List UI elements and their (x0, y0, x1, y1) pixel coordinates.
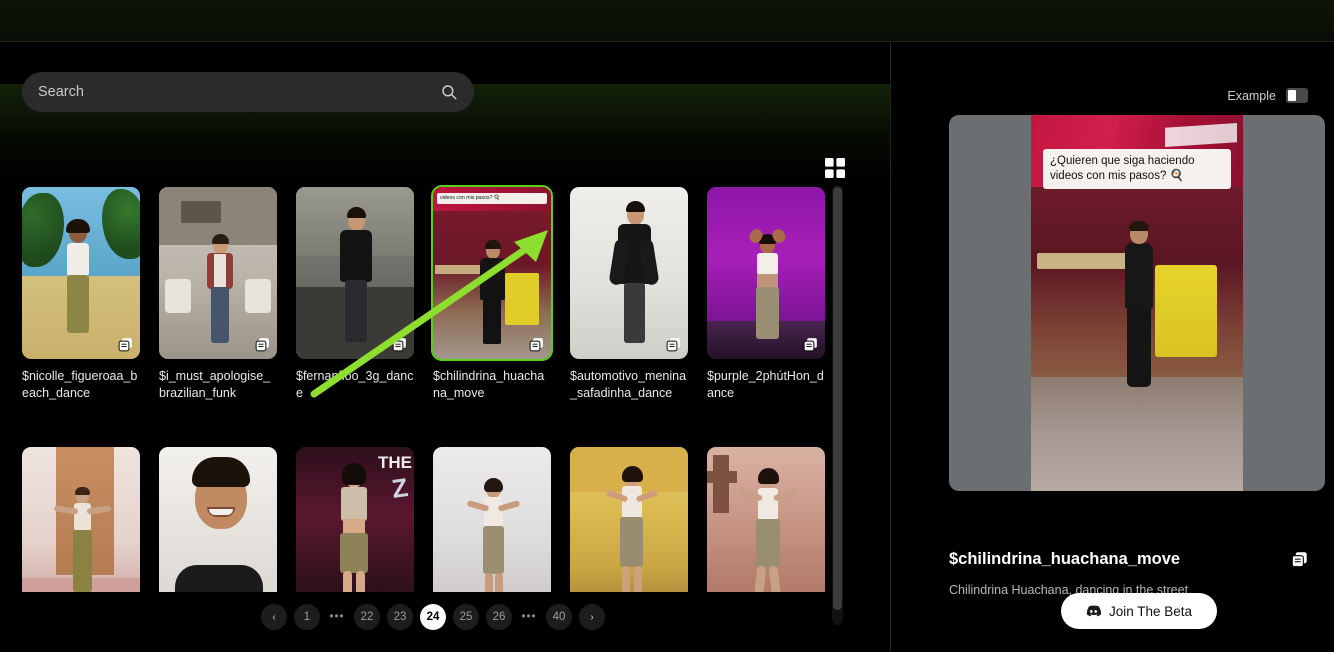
preview-video-frame: ¿Quieren que siga haciendo videos con mi… (1031, 115, 1243, 491)
gallery-card[interactable] (159, 447, 277, 592)
pagination-page-1[interactable]: 1 (294, 604, 320, 630)
gallery-card[interactable]: THE Z (296, 447, 414, 592)
copy-icon[interactable] (666, 337, 681, 352)
card-label: $automotivo_menina_safadinha_dance (570, 369, 687, 400)
search-icon (442, 85, 457, 100)
example-toggle-row: Example (1227, 88, 1308, 103)
pagination-page-22[interactable]: 22 (354, 604, 380, 630)
card-label: $fernanfloo_3g_dance (296, 369, 414, 400)
card-label: $i_must_apologise_brazilian_funk (159, 369, 271, 400)
gallery-card[interactable]: $automotivo_menina_safadinha_dance (570, 187, 688, 402)
pagination-next[interactable]: › (579, 604, 605, 630)
video-caption: ¿Quieren que siga haciendo videos con mi… (1043, 149, 1231, 189)
card-thumbnail[interactable]: videos con mis pasos? 🍳 (431, 185, 553, 361)
video-yellow-stall (1155, 265, 1217, 357)
pagination-page-23[interactable]: 23 (387, 604, 413, 630)
gallery-row: $nicolle_figueroaa_beach_dance $i_must_a… (22, 185, 825, 402)
card-thumbnail[interactable] (159, 447, 277, 592)
preview-panel: Example ¿Quieren que siga haciendo video… (891, 42, 1334, 652)
gallery-card[interactable] (570, 447, 688, 592)
gallery-card[interactable]: $purple_2phútHon_dance (707, 187, 825, 402)
preview-title: $chilindrina_huachana_move (949, 550, 1181, 568)
pagination-page-24-active[interactable]: 24 (420, 604, 446, 630)
copy-icon[interactable] (255, 337, 270, 352)
search-input[interactable] (38, 84, 440, 100)
example-toggle[interactable] (1286, 88, 1308, 103)
discord-icon (1086, 605, 1101, 617)
copy-icon[interactable] (392, 337, 407, 352)
card-thumbnail[interactable] (570, 447, 688, 592)
video-dancer (1117, 221, 1161, 391)
card-thumbnail[interactable] (433, 447, 551, 592)
gallery-card-selected[interactable]: videos con mis pasos? 🍳 $chilindrina_hua… (431, 185, 553, 402)
copy-icon[interactable] (118, 337, 133, 352)
pagination-ellipsis-right: ••• (521, 611, 537, 623)
gallery-scroll-area[interactable]: $nicolle_figueroaa_beach_dance $i_must_a… (0, 142, 850, 592)
gallery-panel: $nicolle_figueroaa_beach_dance (0, 42, 890, 652)
gallery-card[interactable] (707, 447, 825, 592)
copy-icon[interactable] (529, 337, 544, 352)
join-the-beta-button[interactable]: Join The Beta (1061, 593, 1217, 629)
gallery-card[interactable]: $fernanfloo_3g_dance (296, 187, 414, 402)
gallery-scrollbar-thumb[interactable] (833, 187, 842, 610)
card-thumbnail[interactable] (159, 187, 277, 359)
card-label: $chilindrina_huachana_move (433, 369, 545, 400)
gallery-card[interactable] (22, 447, 140, 592)
pagination: ‹ 1 ••• 22 23 24 25 26 ••• 40 › (0, 604, 866, 630)
pagination-ellipsis-left: ••• (329, 611, 345, 623)
join-the-beta-label: Join The Beta (1108, 603, 1193, 619)
gallery-card[interactable] (433, 447, 551, 592)
card-thumbnail[interactable] (22, 447, 140, 592)
app-root: $nicolle_figueroaa_beach_dance (0, 0, 1334, 652)
gallery-row: THE Z (22, 447, 825, 592)
gallery-card[interactable]: $nicolle_figueroaa_beach_dance (22, 187, 140, 402)
pagination-page-40[interactable]: 40 (546, 604, 572, 630)
copy-icon[interactable] (803, 337, 818, 352)
gallery-card[interactable]: $i_must_apologise_brazilian_funk (159, 187, 277, 402)
copy-icon[interactable] (1291, 551, 1308, 568)
card-thumbnail[interactable] (570, 187, 688, 359)
pagination-page-26[interactable]: 26 (486, 604, 512, 630)
preview-video-player[interactable]: ¿Quieren que siga haciendo videos con mi… (949, 115, 1325, 491)
pagination-page-25[interactable]: 25 (453, 604, 479, 630)
video-street (1031, 377, 1243, 491)
card-label: $nicolle_figueroaa_beach_dance (22, 369, 138, 400)
card-thumbnail[interactable]: THE Z (296, 447, 414, 592)
top-band (0, 0, 1334, 42)
search-bar[interactable] (22, 72, 474, 112)
example-label: Example (1227, 88, 1276, 103)
toggle-knob (1288, 90, 1296, 101)
card-thumbnail[interactable] (22, 187, 140, 359)
card-thumbnail[interactable] (707, 447, 825, 592)
card-thumbnail[interactable] (296, 187, 414, 359)
card-thumbnail[interactable] (707, 187, 825, 359)
pagination-prev[interactable]: ‹ (261, 604, 287, 630)
card-label: $purple_2phútHon_dance (707, 369, 824, 400)
